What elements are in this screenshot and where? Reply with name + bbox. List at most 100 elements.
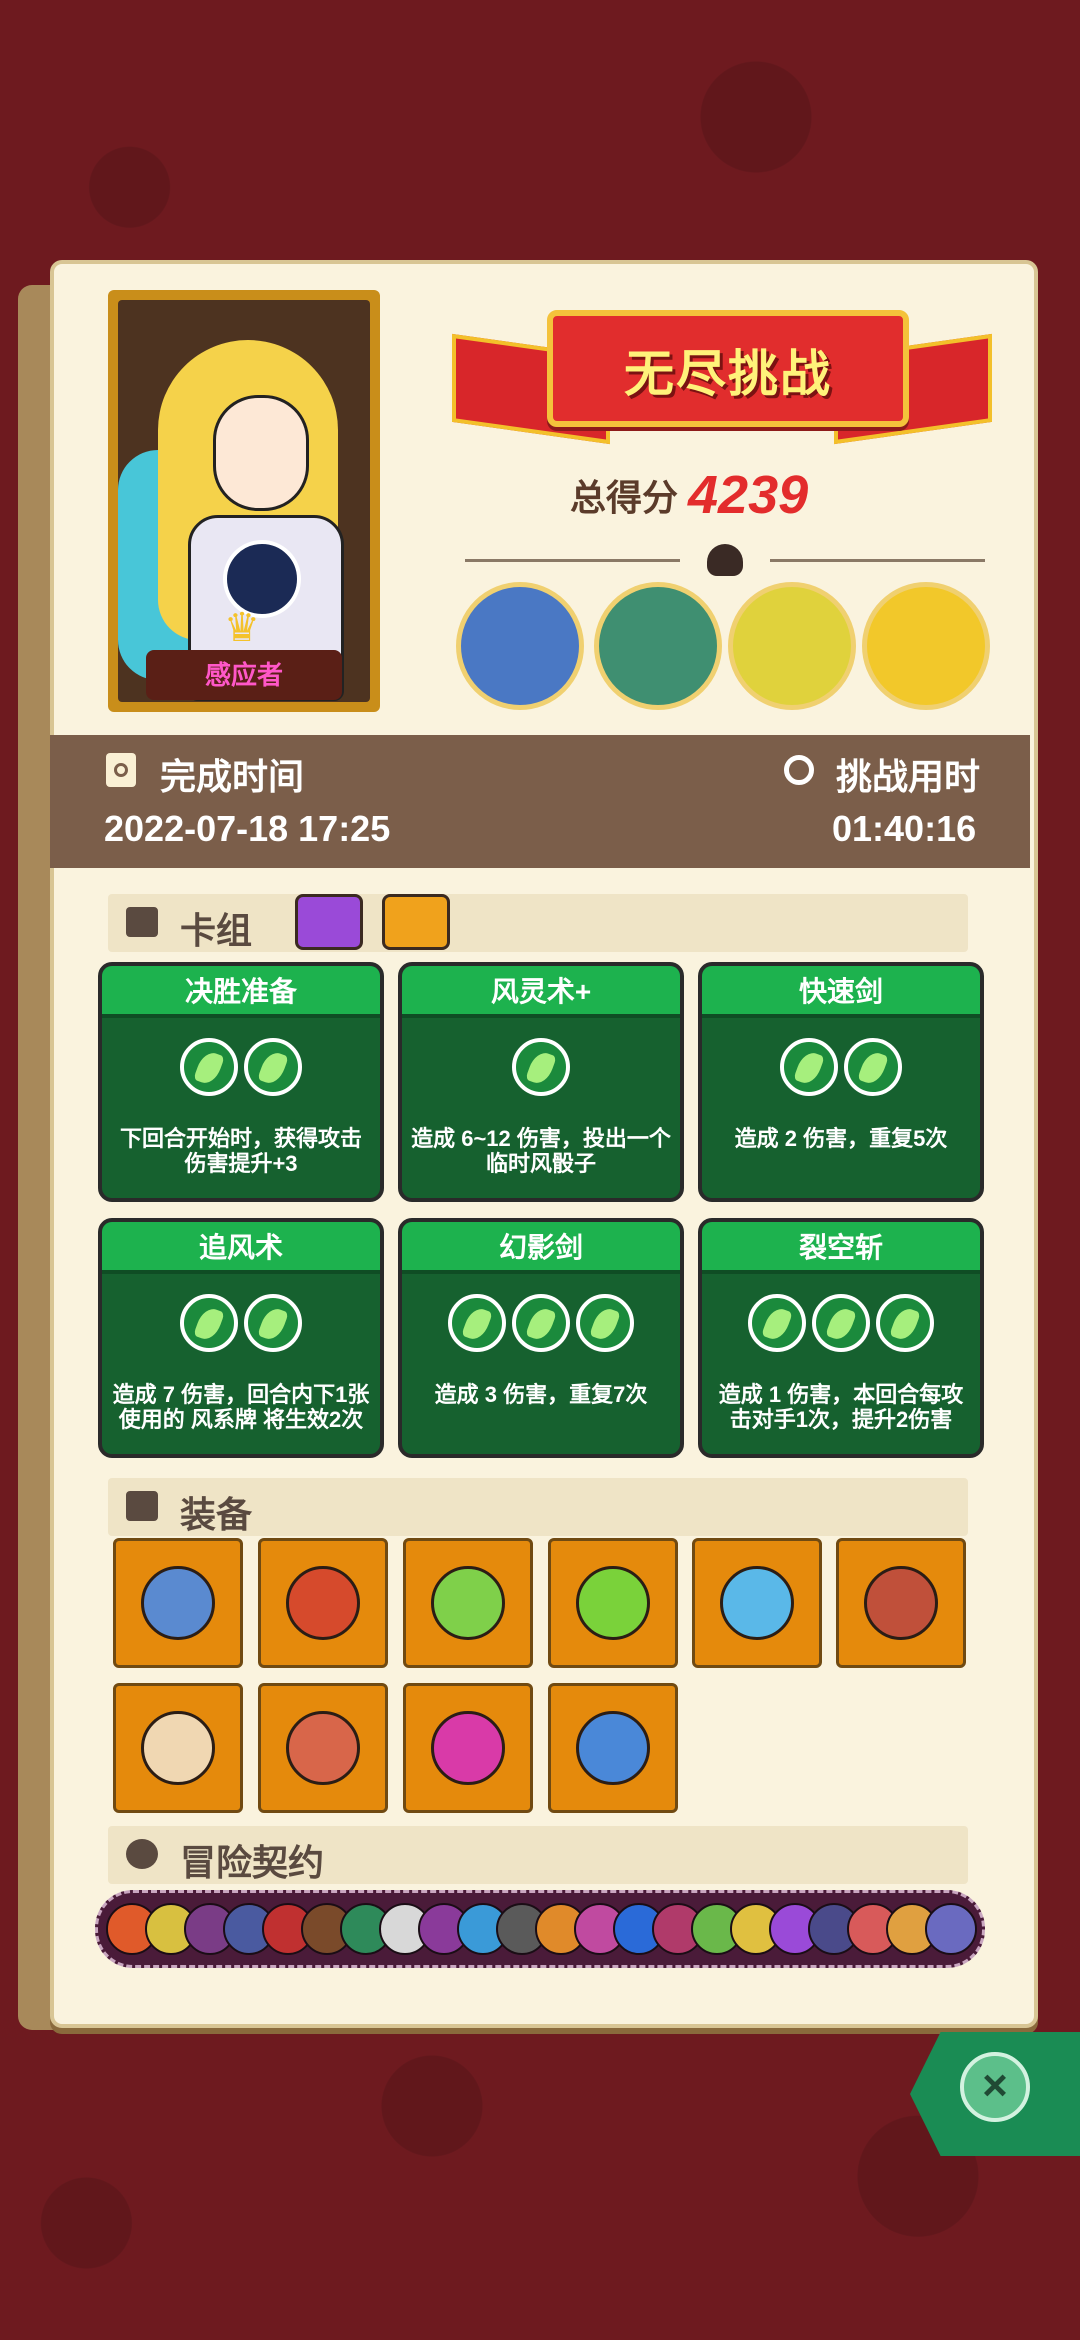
card-header: 决胜准备 bbox=[102, 966, 380, 1018]
boss-divider bbox=[445, 544, 1005, 576]
finish-time-value: 2022-07-18 17:25 bbox=[104, 808, 391, 849]
card-header: 幻影剑 bbox=[402, 1222, 680, 1274]
cards-icon bbox=[126, 907, 158, 937]
mode-title: 无尽挑战 bbox=[624, 346, 832, 402]
card-cost bbox=[402, 1038, 680, 1096]
deck-card[interactable]: 决胜准备下回合开始时，获得攻击伤害提升+3 bbox=[98, 962, 384, 1202]
divider-line-right bbox=[770, 559, 985, 562]
card-cost bbox=[102, 1294, 380, 1352]
wind-orb-icon bbox=[748, 1294, 806, 1352]
blue-mushroom-icon bbox=[576, 1711, 650, 1785]
tribal-mask-icon[interactable] bbox=[728, 582, 856, 710]
score-row: 总得分 4239 bbox=[570, 465, 870, 525]
deck-title: 卡组 bbox=[180, 910, 253, 951]
equipment-header: 装备 bbox=[108, 1478, 968, 1536]
equipment-slot[interactable] bbox=[836, 1538, 966, 1668]
stopwatch-icon bbox=[784, 755, 814, 785]
card-description: 造成 2 伤害，重复5次 bbox=[734, 1126, 948, 1151]
green-potion-icon bbox=[576, 1566, 650, 1640]
card-header: 快速剑 bbox=[702, 966, 980, 1018]
wind-orb-icon bbox=[512, 1294, 570, 1352]
card-name: 追风术 bbox=[198, 1232, 283, 1263]
wind-orb-icon bbox=[448, 1294, 506, 1352]
wind-orb-icon bbox=[780, 1038, 838, 1096]
wind-orb-icon bbox=[876, 1294, 934, 1352]
target-shield-icon bbox=[141, 1711, 215, 1785]
cube-icon bbox=[126, 1491, 158, 1521]
deck-card[interactable]: 幻影剑造成 3 伤害，重复7次 bbox=[398, 1218, 684, 1458]
mode-banner: 无尽挑战 bbox=[452, 300, 992, 445]
person-icon bbox=[126, 1839, 158, 1869]
card-name: 裂空斩 bbox=[798, 1232, 883, 1263]
score-label: 总得分 bbox=[570, 477, 679, 518]
equipment-slot[interactable] bbox=[548, 1683, 678, 1813]
skull-icon bbox=[707, 544, 743, 576]
card-description: 造成 6~12 伤害，投出一个临时风骰子 bbox=[411, 1126, 671, 1176]
contracts-header: 冒险契约 bbox=[108, 1826, 968, 1884]
card-description: 下回合开始时，获得攻击伤害提升+3 bbox=[119, 1126, 362, 1176]
card-name: 决胜准备 bbox=[184, 976, 297, 1007]
equipment-slot[interactable] bbox=[403, 1538, 533, 1668]
pumpkin-sun-icon[interactable] bbox=[862, 582, 990, 710]
close-button[interactable]: × bbox=[960, 2052, 1030, 2122]
red-ring-icon bbox=[286, 1566, 360, 1640]
equipment-slot[interactable] bbox=[113, 1538, 243, 1668]
card-name: 快速剑 bbox=[798, 976, 883, 1007]
wind-orb-icon bbox=[180, 1038, 238, 1096]
card-cost bbox=[102, 1038, 380, 1096]
crown-icon: ♛ bbox=[224, 606, 260, 650]
wind-orb-icon bbox=[244, 1294, 302, 1352]
card-header: 裂空斩 bbox=[702, 1222, 980, 1274]
card-header: 追风术 bbox=[102, 1222, 380, 1274]
equipment-slot[interactable] bbox=[548, 1538, 678, 1668]
equipment-slot[interactable] bbox=[113, 1683, 243, 1813]
finish-time-label: 完成时间 bbox=[160, 756, 305, 797]
broken-sword-icon bbox=[141, 1566, 215, 1640]
bronze-disc-icon bbox=[864, 1566, 938, 1640]
meat-leg-icon bbox=[286, 1711, 360, 1785]
contract-icon bbox=[925, 1903, 977, 1955]
equipment-slot[interactable] bbox=[692, 1538, 822, 1668]
score-value: 4239 bbox=[688, 465, 809, 525]
wind-orb-icon bbox=[244, 1038, 302, 1096]
card-name: 风灵术+ bbox=[490, 976, 592, 1007]
ribbon-center: 无尽挑战 bbox=[547, 310, 909, 427]
contracts-title: 冒险契约 bbox=[180, 1842, 325, 1883]
orc-brute-icon[interactable] bbox=[594, 582, 722, 710]
wind-orb-icon bbox=[844, 1038, 902, 1096]
contract-strip[interactable] bbox=[95, 1890, 985, 1968]
equipment-slot[interactable] bbox=[258, 1683, 388, 1813]
equipment-title: 装备 bbox=[180, 1494, 253, 1535]
deck-card[interactable]: 裂空斩造成 1 伤害，本回合每攻击对手1次，提升2伤害 bbox=[698, 1218, 984, 1458]
deck-filter-eye-button[interactable] bbox=[295, 894, 363, 950]
card-description: 造成 3 伤害，重复7次 bbox=[434, 1382, 648, 1407]
card-description: 造成 7 伤害，回合内下1张使用的 风系牌 将生效2次 bbox=[112, 1382, 370, 1432]
hero-name: 感应者 bbox=[146, 650, 342, 700]
card-description: 造成 1 伤害，本回合每攻击对手1次，提升2伤害 bbox=[718, 1382, 964, 1432]
deck-card[interactable]: 风灵术+ 造成 6~12 伤害，投出一个临时风骰子 bbox=[398, 962, 684, 1202]
equipment-slot[interactable] bbox=[403, 1683, 533, 1813]
card-name: 幻影剑 bbox=[498, 1232, 583, 1263]
hero-face bbox=[213, 395, 309, 511]
close-icon: × bbox=[982, 2061, 1008, 2110]
wind-orb-icon bbox=[812, 1294, 870, 1352]
deck-card[interactable]: 追风术造成 7 伤害，回合内下1张使用的 风系牌 将生效2次 bbox=[98, 1218, 384, 1458]
deck-card[interactable]: 快速剑造成 2 伤害，重复5次 bbox=[698, 962, 984, 1202]
equipment-slot[interactable] bbox=[258, 1538, 388, 1668]
green-feather-icon bbox=[431, 1566, 505, 1640]
film-icon bbox=[106, 753, 136, 787]
card-cost bbox=[402, 1294, 680, 1352]
ice-shield-icon bbox=[720, 1566, 794, 1640]
card-cost bbox=[702, 1294, 980, 1352]
duration-label: 挑战用时 bbox=[836, 756, 981, 797]
duration-value: 01:40:16 bbox=[832, 808, 977, 849]
mushroom-elder-icon[interactable] bbox=[456, 582, 584, 710]
card-header: 风灵术+ bbox=[402, 966, 680, 1018]
deck-filter-wind-button[interactable] bbox=[382, 894, 450, 950]
wind-orb-icon bbox=[512, 1038, 570, 1096]
wind-orb-icon bbox=[180, 1294, 238, 1352]
magic-orb-icon bbox=[431, 1711, 505, 1785]
card-cost bbox=[702, 1038, 980, 1096]
divider-line-left bbox=[465, 559, 680, 562]
wind-orb-icon bbox=[576, 1294, 634, 1352]
